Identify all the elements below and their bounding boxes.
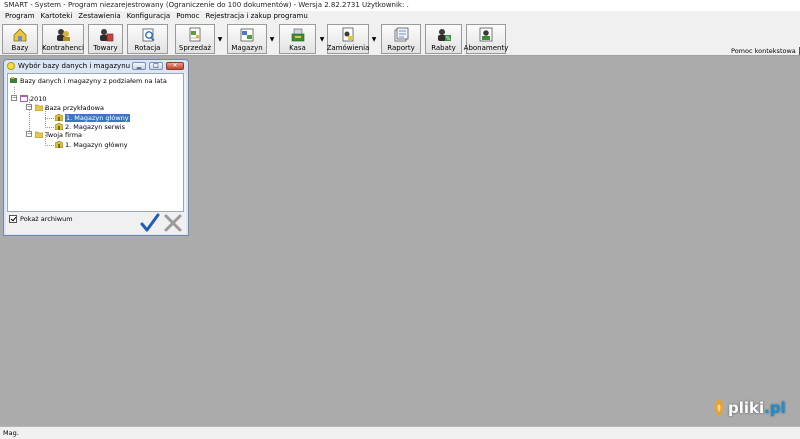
cash-register-icon xyxy=(291,28,304,42)
lightbulb-icon xyxy=(7,62,15,70)
maximize-button[interactable]: □ xyxy=(149,62,163,70)
rabaty-button[interactable]: % Rabaty xyxy=(425,24,462,54)
abonamenty-button[interactable]: Abonamenty xyxy=(463,24,509,54)
zamowienia-button[interactable]: Zamówienia xyxy=(327,24,369,54)
sales-icon xyxy=(189,27,201,42)
menu-bar: Program Kartoteki Zestawienia Konfigurac… xyxy=(0,11,800,22)
tree-connector xyxy=(45,127,54,128)
tree-root-label: Bazy danych i magazyny z podziałem na la… xyxy=(20,76,167,85)
expand-toggle-db2[interactable]: − xyxy=(26,131,32,137)
subscriptions-icon xyxy=(479,27,493,42)
kontrahenci-label: Kontrahenci xyxy=(42,44,84,52)
minimize-button[interactable]: ▁ xyxy=(132,62,146,70)
rotacja-label: Rotacja xyxy=(134,44,161,52)
show-archive-checkbox[interactable] xyxy=(9,215,17,223)
warehouse-node-icon xyxy=(55,141,63,148)
expand-toggle-year[interactable]: − xyxy=(11,95,17,101)
rotation-icon xyxy=(142,28,155,42)
tree-node-year[interactable]: 2010 xyxy=(20,94,47,103)
tree-db2-mag1-label: 1. Magazyn główny xyxy=(65,140,128,149)
window-title: SMART - System - Program niezarejestrowa… xyxy=(0,0,800,11)
contractors-icon xyxy=(57,29,70,41)
database-selection-dialog: Wybór bazy danych i magazynu ▁ □ ✕ Bazy … xyxy=(3,59,189,236)
folder-icon xyxy=(35,131,43,138)
ok-checkmark-button[interactable] xyxy=(140,213,160,233)
magazyn-dropdown[interactable]: ▼ xyxy=(268,24,276,54)
database-tree: Bazy danych i magazyny z podziałem na la… xyxy=(7,73,184,212)
bazy-button[interactable]: Bazy xyxy=(2,24,38,54)
tree-root[interactable]: Bazy danych i magazyny z podziałem na la… xyxy=(10,76,167,85)
rabaty-label: Rabaty xyxy=(431,44,456,52)
towary-button[interactable]: Towary xyxy=(88,24,123,54)
sprzedaz-button[interactable]: Sprzedaż xyxy=(175,24,215,54)
tree-db1-label: Baza przykładowa xyxy=(45,103,104,112)
close-button[interactable]: ✕ xyxy=(166,62,184,70)
menu-konfiguracja[interactable]: Konfiguracja xyxy=(124,11,174,22)
magazyn-button[interactable]: Magazyn xyxy=(227,24,267,54)
watermark-text: pliki.pl xyxy=(728,399,786,417)
warehouse-node-icon xyxy=(55,123,63,130)
raporty-button[interactable]: Raporty xyxy=(381,24,421,54)
cancel-x-button[interactable] xyxy=(163,213,183,233)
discounts-icon: % xyxy=(437,29,451,42)
show-archive-label: Pokaż archiwum xyxy=(20,215,73,223)
sprzedaz-dropdown[interactable]: ▼ xyxy=(216,24,224,54)
tree-connector xyxy=(45,118,54,119)
menu-kartoteki[interactable]: Kartoteki xyxy=(38,11,76,22)
menu-zestawienia[interactable]: Zestawienia xyxy=(75,11,123,22)
raporty-label: Raporty xyxy=(387,44,415,52)
warehouse-icon xyxy=(240,28,254,42)
calendar-icon xyxy=(20,95,28,102)
reports-icon xyxy=(394,27,409,42)
tree-connector xyxy=(45,145,54,146)
toolbar: Bazy Kontrahenci Towary Rotacja Sprzedaż… xyxy=(0,22,800,56)
towary-label: Towary xyxy=(93,44,118,52)
kasa-dropdown[interactable]: ▼ xyxy=(318,24,326,54)
svg-text:%: % xyxy=(445,36,450,42)
watermark: pliki.pl xyxy=(712,398,786,418)
tree-db2-label: Twoja firma xyxy=(45,130,83,139)
tree-node-db2[interactable]: Twoja firma xyxy=(35,130,82,139)
bazy-label: Bazy xyxy=(11,44,29,52)
help-context-label: Pomoc kontekstowa xyxy=(731,47,796,55)
folder-icon xyxy=(35,104,43,111)
orders-icon xyxy=(342,27,354,42)
tree-node-db2-mag1[interactable]: 1. Magazyn główny xyxy=(55,140,128,149)
zamowienia-label: Zamówienia xyxy=(326,44,370,52)
goods-icon xyxy=(99,29,113,42)
menu-rejestracja[interactable]: Rejestracja i zakup programu xyxy=(202,11,310,22)
show-archive-toggle[interactable]: Pokaż archiwum xyxy=(9,215,73,223)
zamowienia-dropdown[interactable]: ▼ xyxy=(370,24,378,54)
dialog-title: Wybór bazy danych i magazynu xyxy=(18,62,131,70)
menu-pomoc[interactable]: Pomoc xyxy=(173,11,202,22)
magazyn-label: Magazyn xyxy=(231,44,263,52)
dialog-body: Bazy danych i magazyny z podziałem na la… xyxy=(6,73,186,234)
tree-db1-mag1-label: 1. Magazyn główny xyxy=(65,113,130,122)
watermark-logo-icon xyxy=(715,399,723,417)
tree-node-db1[interactable]: Baza przykładowa xyxy=(35,103,104,112)
tree-node-db1-mag1[interactable]: 1. Magazyn główny xyxy=(55,113,130,122)
expand-toggle-db1[interactable]: − xyxy=(26,104,32,110)
tree-year-label: 2010 xyxy=(30,94,47,103)
warehouse-node-icon xyxy=(55,114,63,121)
kasa-label: Kasa xyxy=(289,44,306,52)
status-bar: Mag. xyxy=(0,426,800,439)
watermark-tld: .pl xyxy=(764,399,786,417)
menu-program[interactable]: Program xyxy=(2,11,38,22)
kontrahenci-button[interactable]: Kontrahenci xyxy=(42,24,84,54)
sprzedaz-label: Sprzedaż xyxy=(178,44,212,52)
abonamenty-label: Abonamenty xyxy=(463,44,509,52)
kasa-button[interactable]: Kasa xyxy=(279,24,316,54)
database-icon xyxy=(13,28,27,42)
database-root-icon xyxy=(10,77,17,83)
watermark-name: pliki xyxy=(728,399,765,417)
status-text: Mag. xyxy=(3,429,19,437)
help-context-toggle[interactable]: Pomoc kontekstowa xyxy=(731,47,800,55)
rotacja-button[interactable]: Rotacja xyxy=(127,24,168,54)
